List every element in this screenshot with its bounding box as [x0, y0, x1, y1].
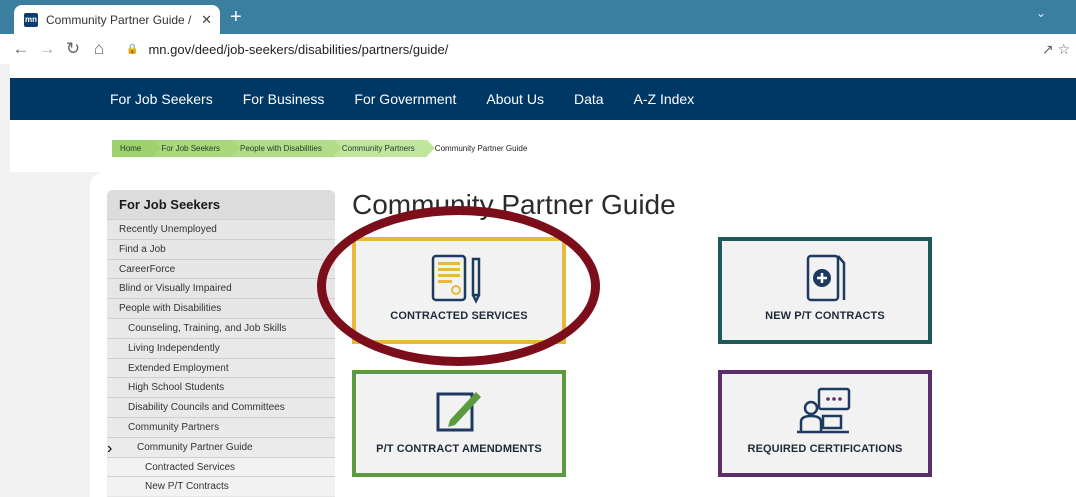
card-required-certifications[interactable]: REQUIRED CERTIFICATIONS: [718, 370, 932, 477]
nav-for-job-seekers[interactable]: For Job Seekers: [110, 91, 213, 107]
breadcrumb-current: Community Partner Guide: [426, 140, 560, 157]
address-bar: ← → ↻ ⌂ 🔒 mn.gov/deed/job-seekers/disabi…: [0, 34, 1076, 64]
back-arrow-icon[interactable]: ←: [8, 39, 34, 59]
breadcrumb: Home For Job Seekers People with Disabil…: [112, 140, 560, 157]
new-document-plus-icon: [806, 254, 846, 302]
sidebar-item-contracted-services[interactable]: Contracted Services: [107, 456, 335, 477]
lock-icon: 🔒: [126, 43, 139, 55]
nav-data[interactable]: Data: [574, 91, 604, 107]
card-contracted-services[interactable]: CONTRACTED SERVICES: [352, 237, 566, 344]
sidebar-nav: For Job Seekers Recently Unemployed Find…: [107, 190, 335, 497]
url-field[interactable]: 🔒 mn.gov/deed/job-seekers/disabilities/p…: [126, 42, 448, 57]
browser-tab[interactable]: mn Community Partner Guide / Minr ✕: [14, 5, 220, 34]
url-text: mn.gov/deed/job-seekers/disabilities/par…: [148, 41, 449, 57]
edit-pencil-icon: [436, 392, 481, 432]
sidebar-item-high-school-students[interactable]: High School Students: [107, 377, 335, 398]
share-and-bookmark-icons[interactable]: ↗ ☆: [1042, 41, 1070, 58]
nav-for-business[interactable]: For Business: [243, 91, 325, 107]
contract-document-icon: [431, 254, 481, 304]
home-icon[interactable]: ⌂: [86, 39, 112, 59]
sidebar-item-living-independently[interactable]: Living Independently: [107, 337, 335, 358]
nav-a-z-index[interactable]: A-Z Index: [634, 91, 695, 107]
site-header-strip: [10, 64, 1076, 78]
sidebar-heading[interactable]: For Job Seekers: [107, 190, 335, 219]
sidebar-item-blind-or-visually-impaired[interactable]: Blind or Visually Impaired: [107, 278, 335, 298]
card-label: NEW P/T CONTRACTS: [765, 310, 885, 322]
sidebar-item-people-with-disabilities[interactable]: People with Disabilities: [107, 298, 335, 318]
nav-for-government[interactable]: For Government: [354, 91, 456, 107]
card-label: REQUIRED CERTIFICATIONS: [747, 443, 903, 455]
card-pt-contract-amendments[interactable]: P/T CONTRACT AMENDMENTS: [352, 370, 566, 477]
page-title: Community Partner Guide: [352, 189, 676, 220]
nav-about-us[interactable]: About Us: [486, 91, 544, 107]
card-label: P/T CONTRACT AMENDMENTS: [376, 443, 542, 455]
reload-icon[interactable]: ↻: [60, 39, 86, 59]
sidebar-item-careerforce[interactable]: CareerForce: [107, 258, 335, 279]
site-main-nav: For Job Seekers For Business For Governm…: [10, 78, 1076, 120]
sidebar-item-extended-employment[interactable]: Extended Employment: [107, 357, 335, 378]
tab-close-icon[interactable]: ✕: [201, 12, 212, 28]
current-page-marker-icon: ›: [107, 439, 113, 457]
breadcrumb-for-job-seekers[interactable]: For Job Seekers: [153, 140, 240, 157]
sidebar-item-disability-councils[interactable]: Disability Councils and Committees: [107, 397, 335, 417]
sidebar-item-find-a-job[interactable]: Find a Job: [107, 238, 335, 259]
person-at-desk-chat-icon: [797, 387, 851, 434]
sidebar-item-community-partners[interactable]: Community Partners: [107, 416, 335, 437]
breadcrumb-home[interactable]: Home: [112, 140, 162, 157]
tab-search-chevron-icon[interactable]: ⌄: [1036, 6, 1046, 20]
tab-title: Community Partner Guide / Minr: [46, 12, 195, 27]
browser-tab-bar: mn Community Partner Guide / Minr ✕ + ⌄: [0, 0, 1076, 34]
forward-arrow-icon[interactable]: →: [34, 39, 60, 59]
card-label: CONTRACTED SERVICES: [390, 310, 528, 322]
sidebar-item-community-partner-guide[interactable]: Community Partner Guide: [107, 436, 335, 457]
sidebar-item-recently-unemployed[interactable]: Recently Unemployed: [107, 219, 335, 239]
card-new-pt-contracts[interactable]: NEW P/T CONTRACTS: [718, 237, 932, 344]
site-favicon-icon: mn: [24, 12, 38, 27]
sidebar-item-counseling[interactable]: Counseling, Training, and Job Skills: [107, 317, 335, 338]
breadcrumb-community-partners[interactable]: Community Partners: [333, 140, 435, 157]
sidebar-item-new-pt-contracts[interactable]: New P/T Contracts: [107, 476, 335, 497]
new-tab-button[interactable]: +: [230, 5, 242, 29]
breadcrumb-people-with-disabilities[interactable]: People with Disabilities: [232, 140, 342, 157]
